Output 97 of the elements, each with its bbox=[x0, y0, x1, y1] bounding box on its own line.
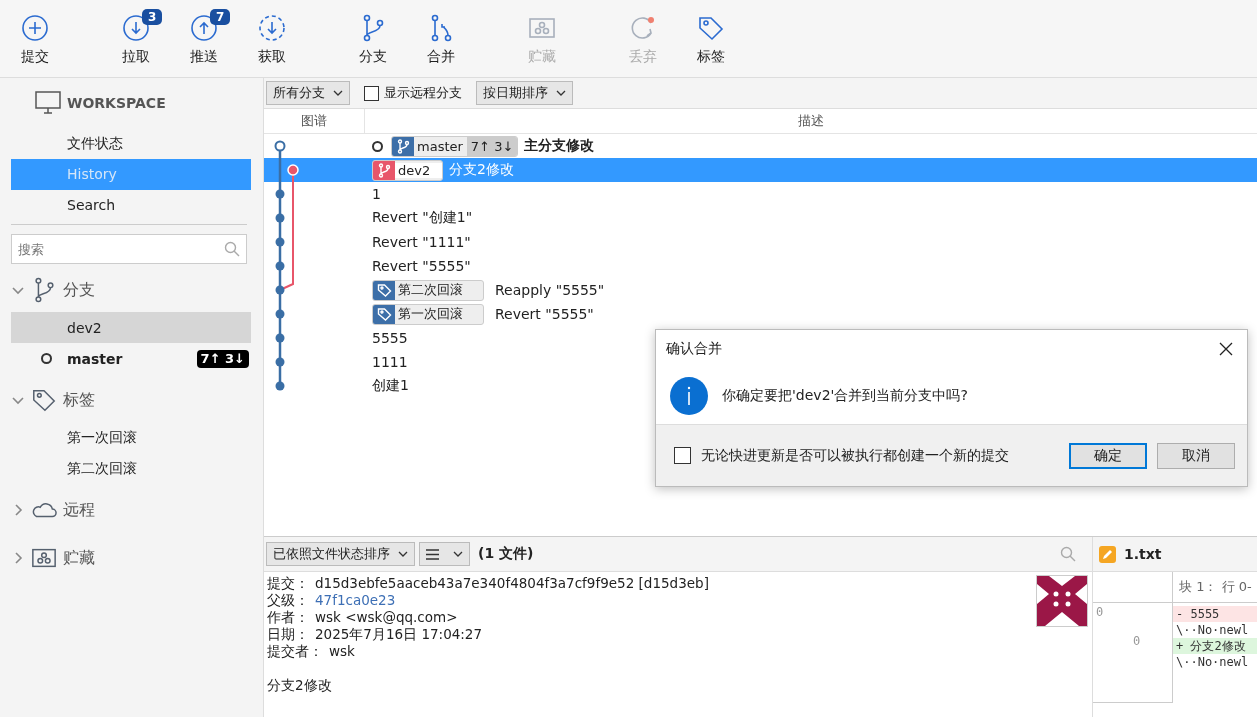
parent-link[interactable]: 47f1ca0e23 bbox=[315, 592, 396, 608]
sidebar-item[interactable]: dev2 bbox=[11, 312, 251, 343]
commit-row[interactable]: 第二次回滚 Reapply "5555" bbox=[264, 278, 1257, 302]
pencil-file-icon bbox=[1099, 545, 1116, 563]
toolbar-button[interactable]: 拉取 3 bbox=[102, 0, 170, 67]
item-label: dev2 bbox=[67, 319, 102, 336]
diff-line: \··No·newl bbox=[1175, 654, 1250, 670]
commit-message: 1 bbox=[372, 186, 381, 202]
file-name: 1.txt bbox=[1124, 546, 1162, 562]
commit-message: 主分支修改 bbox=[524, 137, 595, 155]
commit-message: Revert "5555" bbox=[372, 258, 471, 274]
diff-line: \··No·newl bbox=[1175, 622, 1250, 638]
commit-row[interactable]: dev2 分支2修改 bbox=[264, 158, 1257, 182]
item-label: master bbox=[67, 350, 123, 367]
dialog-title: 确认合并 bbox=[666, 340, 722, 358]
count-badge: 3 bbox=[142, 9, 163, 25]
commit-row[interactable]: Revert "创建1" bbox=[264, 206, 1257, 230]
search-icon bbox=[1060, 546, 1076, 562]
caret-icon bbox=[333, 90, 343, 96]
toolbar-button[interactable]: 获取 bbox=[238, 0, 306, 67]
sort-dropdown[interactable]: 按日期排序 bbox=[476, 81, 573, 105]
section-title: 贮藏 bbox=[63, 547, 95, 569]
commit-detail: 提交： d15d3ebfe5aaceb43a7e340f4804f3a7cf9f9e52 [d15d3eb] bbox=[267, 575, 709, 592]
item-label: 第二次回滚 bbox=[67, 459, 137, 478]
caret-icon bbox=[556, 90, 566, 96]
current-branch-icon bbox=[41, 353, 52, 364]
down-arrow-circle-icon bbox=[122, 14, 150, 42]
count-badge: 7 bbox=[210, 9, 231, 25]
list-icon bbox=[426, 548, 439, 560]
dialog-button[interactable]: 取消 bbox=[1157, 442, 1235, 469]
commit-row[interactable]: 第一次回滚 Revert "5555" bbox=[264, 302, 1257, 326]
merge-commit-checkbox[interactable]: 无论快进更新是否可以被执行都创建一个新的提交 bbox=[674, 446, 1059, 465]
tag-label: 第二次回滚 bbox=[372, 279, 484, 301]
ahead-behind-count: 7↑ 3↓ bbox=[196, 349, 249, 368]
dialog-message: 你确定要把'dev2'合并到当前分支中吗? bbox=[722, 387, 968, 405]
hunk-header: 块 1： 行 0- bbox=[1173, 572, 1257, 603]
toolbar-button[interactable]: 标签 bbox=[677, 0, 745, 67]
branch-icon bbox=[396, 138, 410, 154]
section-title: 标签 bbox=[63, 389, 95, 411]
sidebar-item[interactable]: master 7↑ 3↓ bbox=[11, 343, 251, 374]
branch-icon bbox=[377, 162, 391, 178]
commit-detail: 父级： 47f1ca0e23 bbox=[267, 592, 397, 609]
section-title: WORKSPACE bbox=[67, 95, 166, 111]
search-icon bbox=[224, 241, 240, 257]
tag-icon bbox=[376, 306, 392, 322]
item-label: 第一次回滚 bbox=[67, 428, 137, 447]
caret-icon bbox=[398, 551, 408, 557]
line-number: 0 bbox=[1096, 605, 1104, 619]
toolbar-button[interactable]: 分支 bbox=[339, 0, 407, 67]
commit-message: 分支2修改 bbox=[449, 161, 514, 179]
toolbar-button[interactable]: 合并 bbox=[407, 0, 475, 67]
nav-item[interactable]: 文件状态 bbox=[11, 128, 251, 159]
commit-message: Revert "1111" bbox=[372, 234, 471, 250]
branch-label: master 7↑ 3↓ bbox=[391, 135, 519, 157]
commit-detail: 提交者： wsk bbox=[267, 643, 356, 660]
search-field[interactable]: 搜索 bbox=[11, 234, 247, 264]
section-title: 远程 bbox=[63, 499, 95, 521]
view-mode-dropdown[interactable] bbox=[419, 542, 470, 566]
commit-detail: 作者： wsk <wsk@qq.com> bbox=[267, 609, 459, 626]
tag-icon bbox=[31, 387, 57, 413]
toolbar-button[interactable]: 推送 7 bbox=[170, 0, 238, 67]
close-button[interactable] bbox=[1217, 340, 1235, 358]
commit-detail: 日期： 2025年7月16日 17:04:27 bbox=[267, 626, 484, 643]
branch-filter-dropdown[interactable]: 所有分支 bbox=[266, 81, 350, 105]
column-header: 图谱 bbox=[264, 109, 365, 133]
commit-message: 分支2修改 bbox=[267, 677, 333, 694]
tag-label: 第一次回滚 bbox=[372, 303, 484, 325]
sidebar-item[interactable]: 第二次回滚 bbox=[11, 453, 251, 484]
file-sort-dropdown[interactable]: 已依照文件状态排序 bbox=[266, 542, 415, 566]
section-title: 分支 bbox=[63, 279, 95, 301]
file-count: (1 文件) bbox=[478, 545, 535, 563]
commit-row[interactable]: master 7↑ 3↓ 主分支修改 bbox=[264, 134, 1257, 158]
commit-message: Revert "创建1" bbox=[372, 209, 473, 227]
caret-icon bbox=[453, 551, 463, 557]
commit-row[interactable]: 1 bbox=[264, 182, 1257, 206]
branch-label: dev2 bbox=[372, 159, 443, 181]
commit-row[interactable]: Revert "5555" bbox=[264, 254, 1257, 278]
tag-icon bbox=[697, 14, 725, 42]
up-arrow-circle-icon bbox=[190, 14, 218, 42]
nav-item[interactable]: Search bbox=[11, 190, 251, 221]
monitor-icon bbox=[35, 91, 61, 115]
commit-message: Revert "5555" bbox=[495, 306, 594, 322]
plus-circle-icon bbox=[21, 14, 49, 42]
info-icon bbox=[670, 377, 708, 415]
sidebar-item[interactable]: 第一次回滚 bbox=[11, 422, 251, 453]
commit-message: Reapply "5555" bbox=[495, 282, 605, 298]
tag-icon bbox=[376, 282, 392, 298]
avatar-identicon bbox=[1036, 575, 1088, 627]
line-number: 0 bbox=[1133, 634, 1141, 648]
close-icon bbox=[1219, 342, 1233, 356]
discard-icon bbox=[629, 14, 657, 42]
toolbar-button[interactable]: 提交 bbox=[1, 0, 69, 67]
commit-row[interactable]: Revert "1111" bbox=[264, 230, 1257, 254]
column-header: 描述 bbox=[797, 112, 825, 130]
show-remote-checkbox[interactable]: 显示远程分支 bbox=[358, 84, 468, 102]
commit-message: 1111 bbox=[372, 354, 408, 370]
dialog-button[interactable]: 确定 bbox=[1069, 442, 1147, 469]
